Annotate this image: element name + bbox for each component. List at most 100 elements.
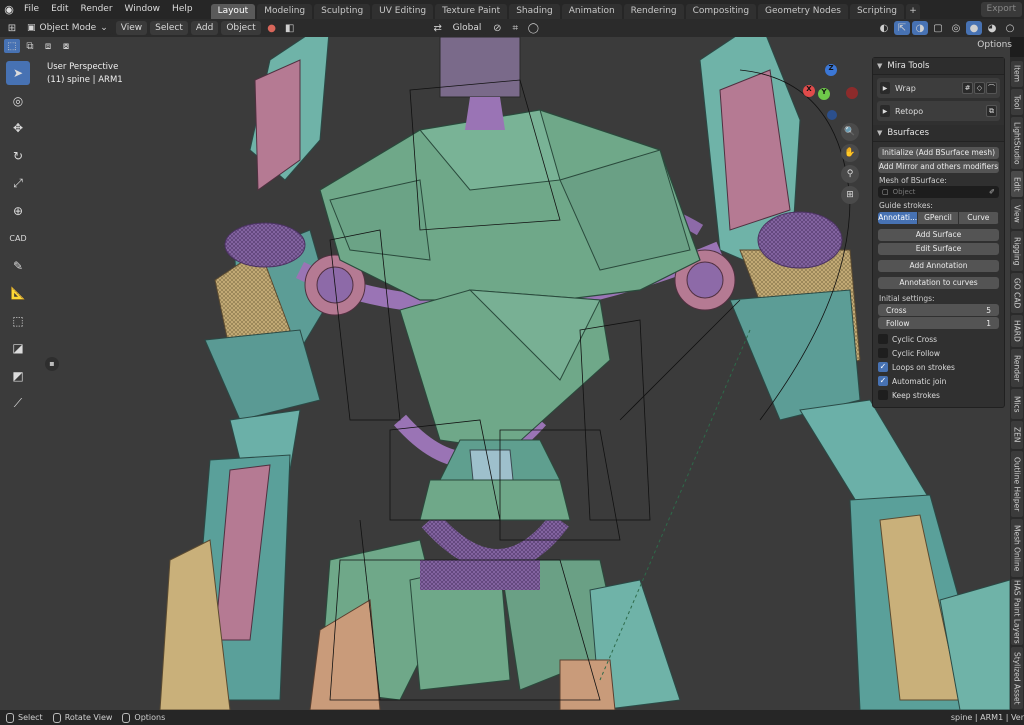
edit-surface-button[interactable]: Edit Surface — [878, 243, 999, 255]
grid-icon[interactable]: # — [962, 82, 973, 94]
guide-option-annotation[interactable]: Annotati... — [878, 212, 919, 224]
diamond-icon[interactable]: ◇ — [974, 82, 985, 94]
add-workspace-button[interactable]: + — [906, 4, 920, 19]
orientation-icon[interactable]: ⇄ — [430, 21, 446, 35]
tab-geometry-nodes[interactable]: Geometry Nodes — [758, 4, 848, 19]
tab-rendering[interactable]: Rendering — [623, 4, 684, 19]
add-menu[interactable]: Add — [190, 21, 219, 35]
snap-icon[interactable]: ⌗ — [507, 21, 523, 35]
cyclic-follow-checkbox[interactable]: Cyclic Follow — [878, 347, 999, 359]
tab-compositing[interactable]: Compositing — [685, 4, 757, 19]
menu-file[interactable]: File — [18, 0, 45, 19]
tab-animation[interactable]: Animation — [561, 4, 622, 19]
mode-dropdown[interactable]: ▣ Object Mode ⌄ — [22, 21, 113, 35]
side-tab-edit[interactable]: Edit — [1011, 171, 1023, 197]
shading-ball-icon[interactable]: ● — [264, 21, 280, 35]
pan-hand-icon[interactable]: ✋ — [841, 144, 859, 162]
x-axis-icon[interactable]: X — [803, 85, 815, 97]
menu-window[interactable]: Window — [119, 0, 167, 19]
initialize-button[interactable]: Initialize (Add BSurface mesh) — [878, 147, 999, 159]
navigation-gizmo[interactable]: Z Y X — [800, 62, 860, 122]
menu-render[interactable]: Render — [75, 0, 119, 19]
bevel-tool-icon[interactable]: ◩ — [6, 364, 30, 388]
grid-icon[interactable]: ⊞ — [841, 186, 859, 204]
eyedropper-icon[interactable]: ✐ — [989, 188, 995, 196]
object-menu[interactable]: Object — [221, 21, 261, 35]
side-tab-tool[interactable]: Tool — [1011, 89, 1023, 115]
rendered-shading-icon[interactable]: ○ — [1002, 21, 1018, 35]
side-tab-rigging[interactable]: Rigging — [1011, 231, 1023, 271]
add-mirror-button[interactable]: Add Mirror and others modifiers — [878, 161, 999, 173]
options-dropdown[interactable]: Options — [977, 40, 1012, 50]
side-tab-mesh-online[interactable]: Mesh Online — [1011, 519, 1023, 577]
visibility-icon[interactable]: ◐ — [876, 21, 892, 35]
tab-scripting[interactable]: Scripting — [849, 4, 904, 19]
cyclic-cross-checkbox[interactable]: Cyclic Cross — [878, 333, 999, 345]
tab-uv-editing[interactable]: UV Editing — [372, 4, 434, 19]
arch-icon[interactable]: ⌒ — [986, 82, 997, 94]
retopo-icon[interactable]: ⧉ — [986, 105, 997, 117]
toggle-icon[interactable]: ▪ — [45, 357, 59, 371]
menu-edit[interactable]: Edit — [45, 0, 74, 19]
zoom-icon[interactable]: 🔍 — [841, 123, 859, 141]
cross-field[interactable]: Cross 5 — [878, 304, 999, 316]
follow-field[interactable]: Follow 1 — [878, 317, 999, 329]
side-tab-outline-helper[interactable]: Outline Helper — [1011, 451, 1023, 517]
select-invert-icon[interactable]: ⧇ — [58, 39, 74, 53]
add-cube-tool-icon[interactable]: ⬚ — [6, 309, 30, 333]
export-button[interactable]: Export — [980, 2, 1022, 17]
menu-help[interactable]: Help — [166, 0, 199, 19]
side-tab-go-cad[interactable]: GO CAD — [1011, 273, 1023, 313]
add-annotation-button[interactable]: Add Annotation — [878, 260, 999, 272]
transform-tool-icon[interactable]: ⊕ — [6, 199, 30, 223]
3d-viewport[interactable]: User Perspective (11) spine | ARM1 — [0, 37, 1010, 710]
guide-option-curve[interactable]: Curve — [958, 212, 999, 224]
view-menu[interactable]: View — [115, 21, 148, 35]
loops-on-strokes-checkbox[interactable]: ✓ Loops on strokes — [878, 361, 999, 373]
mira-tools-header[interactable]: ▼ Mira Tools — [873, 58, 1004, 75]
gizmo-tool-icon[interactable]: ⟋ — [6, 391, 30, 415]
expand-icon[interactable]: ▶ — [880, 105, 890, 117]
xray-icon[interactable]: ▢ — [930, 21, 946, 35]
tab-layout[interactable]: Layout — [210, 4, 256, 19]
solid-shading-icon[interactable]: ● — [966, 21, 982, 35]
object-field[interactable]: ▢ Object ✐ — [878, 186, 999, 198]
y-axis-icon[interactable]: Y — [818, 88, 830, 100]
pivot-icon[interactable]: ⊘ — [489, 21, 505, 35]
select-box-icon[interactable]: ⬚ — [4, 39, 20, 53]
move-tool-icon[interactable]: ✥ — [6, 116, 30, 140]
bsurfaces-header[interactable]: ▼ Bsurfaces — [873, 125, 1004, 142]
editor-type-icon[interactable]: ⊞ — [4, 21, 20, 35]
wrap-subpanel[interactable]: ▶ Wrap # ◇ ⌒ — [877, 78, 1000, 98]
retopo-subpanel[interactable]: ▶ Retopo ⧉ — [877, 101, 1000, 121]
neg-z-axis-icon[interactable] — [827, 110, 837, 120]
extrude-tool-icon[interactable]: ◪ — [6, 336, 30, 360]
annotation-to-curves-button[interactable]: Annotation to curves — [878, 277, 999, 289]
side-tab-mics[interactable]: Mics — [1011, 389, 1023, 419]
gizmo-toggle-icon[interactable]: ◧ — [282, 21, 298, 35]
cad-tool-icon[interactable]: CAD — [6, 226, 30, 250]
blender-logo-icon[interactable]: ◉ — [0, 0, 18, 19]
select-tool-icon[interactable]: ➤ — [6, 61, 30, 85]
keep-strokes-checkbox[interactable]: Keep strokes — [878, 389, 999, 401]
select-menu[interactable]: Select — [150, 21, 188, 35]
neg-x-axis-icon[interactable] — [846, 87, 858, 99]
camera-icon[interactable]: ⚲ — [841, 165, 859, 183]
material-shading-icon[interactable]: ◕ — [984, 21, 1000, 35]
tab-sculpting[interactable]: Sculpting — [314, 4, 371, 19]
cursor-tool-icon[interactable]: ◎ — [6, 89, 30, 113]
gizmo-icon[interactable]: ⇱ — [894, 21, 910, 35]
select-extend-icon[interactable]: ⧉ — [22, 39, 38, 53]
automatic-join-checkbox[interactable]: ✓ Automatic join — [878, 375, 999, 387]
side-tab-hard[interactable]: HARD — [1011, 315, 1023, 347]
orientation-dropdown[interactable]: Global — [447, 21, 487, 35]
select-subtract-icon[interactable]: ⧈ — [40, 39, 56, 53]
scale-tool-icon[interactable]: ⤢ — [6, 171, 30, 195]
add-surface-button[interactable]: Add Surface — [878, 229, 999, 241]
overlay-icon[interactable]: ◑ — [912, 21, 928, 35]
side-tab-lightstudio[interactable]: LightStudio — [1011, 117, 1023, 169]
wireframe-shading-icon[interactable]: ◎ — [948, 21, 964, 35]
expand-icon[interactable]: ▶ — [880, 82, 890, 94]
z-axis-icon[interactable]: Z — [825, 64, 837, 76]
rotate-tool-icon[interactable]: ↻ — [6, 144, 30, 168]
